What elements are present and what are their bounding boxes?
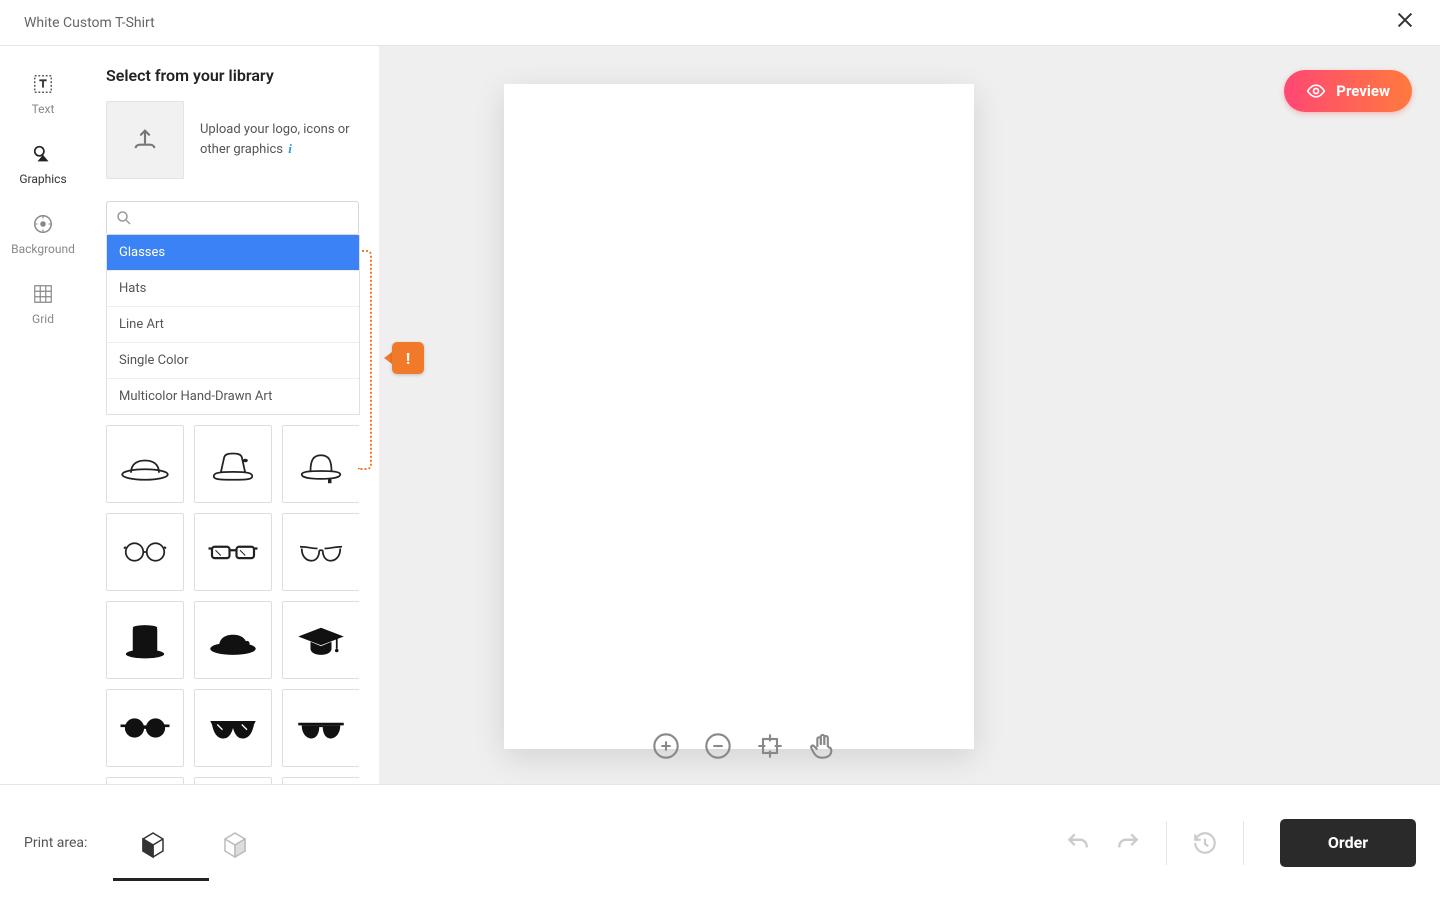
upload-info-button[interactable]: i xyxy=(288,141,292,156)
design-canvas[interactable] xyxy=(504,84,974,749)
redo-icon xyxy=(1115,830,1141,856)
graphic-graduation-cap-solid[interactable] xyxy=(282,601,359,679)
close-icon xyxy=(1394,9,1416,31)
dropdown-item-line-art[interactable]: Line Art xyxy=(107,307,359,343)
hint-badge[interactable]: ! xyxy=(382,342,424,378)
center-icon xyxy=(756,732,784,760)
zoom-out-icon xyxy=(704,732,732,760)
graphics-grid xyxy=(106,425,359,784)
center-button[interactable] xyxy=(754,730,786,762)
graphic-round-glasses-outline[interactable] xyxy=(106,513,184,591)
order-button[interactable]: Order xyxy=(1280,819,1416,867)
hint-badge-arrow-icon xyxy=(384,352,392,364)
upload-description: Upload your logo, icons or other graphic… xyxy=(200,122,350,156)
preview-label: Preview xyxy=(1336,82,1390,100)
preview-button[interactable]: Preview xyxy=(1284,70,1412,112)
search-wrap: Glasses Hats Line Art Single Color Multi… xyxy=(106,201,359,235)
library-title: Select from your library xyxy=(106,66,359,85)
graphic-fedora-outline[interactable] xyxy=(282,425,359,503)
redo-button[interactable] xyxy=(1106,821,1150,865)
graphic-wayfarer-sunglasses-solid[interactable] xyxy=(194,689,272,767)
text-tool-icon xyxy=(31,72,55,96)
upload-text: Upload your logo, icons or other graphic… xyxy=(200,121,359,158)
footer-bar: Print area: Orde xyxy=(0,784,1440,900)
graphic-sun-hat-color[interactable] xyxy=(194,777,272,784)
divider xyxy=(1166,821,1167,865)
graphic-top-hat-solid[interactable] xyxy=(106,601,184,679)
tool-grid-label: Grid xyxy=(32,312,54,326)
hand-icon xyxy=(808,732,836,760)
graphic-aviator-sunglasses-solid[interactable] xyxy=(282,689,359,767)
history-button[interactable] xyxy=(1183,821,1227,865)
tool-background[interactable]: Background xyxy=(11,212,75,256)
print-area-label: Print area: xyxy=(24,835,87,851)
pan-button[interactable] xyxy=(806,730,838,762)
header-bar: White Custom T-Shirt xyxy=(0,0,1440,46)
dropdown-item-glasses[interactable]: Glasses xyxy=(107,235,359,271)
canvas-area: Preview xyxy=(380,46,1440,784)
graphic-sun-hat-outline[interactable] xyxy=(106,425,184,503)
cube-back-icon xyxy=(219,827,251,859)
dropdown-item-single-color[interactable]: Single Color xyxy=(107,343,359,379)
library-panel: Select from your library Upload your log… xyxy=(86,46,380,784)
tool-text[interactable]: Text xyxy=(31,72,55,116)
canvas-toolbar xyxy=(650,730,838,762)
search-icon xyxy=(115,209,133,231)
graphic-aviator-glasses-outline[interactable] xyxy=(282,513,359,591)
cube-front-icon xyxy=(137,827,169,859)
zoom-in-button[interactable] xyxy=(650,730,682,762)
graphic-sun-hat-solid[interactable] xyxy=(194,601,272,679)
tool-background-label: Background xyxy=(11,242,75,256)
tool-rail: Text Graphics Background xyxy=(0,46,86,784)
tool-graphics[interactable]: Graphics xyxy=(19,142,66,186)
graphics-tool-icon xyxy=(31,142,55,166)
graphic-round-sunglasses-solid[interactable] xyxy=(106,689,184,767)
print-area-back[interactable] xyxy=(219,827,251,859)
zoom-out-button[interactable] xyxy=(702,730,734,762)
hint-badge-label: ! xyxy=(392,342,424,374)
background-tool-icon xyxy=(31,212,55,236)
upload-row: Upload your logo, icons or other graphic… xyxy=(106,101,359,179)
print-area-options xyxy=(107,827,251,859)
page-title: White Custom T-Shirt xyxy=(24,15,155,31)
close-button[interactable] xyxy=(1394,9,1416,36)
order-label: Order xyxy=(1328,833,1368,852)
dropdown-item-multicolor[interactable]: Multicolor Hand-Drawn Art xyxy=(107,379,359,414)
graphic-graduation-cap-color[interactable] xyxy=(282,777,359,784)
footer-right: Order xyxy=(1056,819,1416,867)
eye-icon xyxy=(1306,81,1326,101)
undo-icon xyxy=(1065,830,1091,856)
search-dropdown: Glasses Hats Line Art Single Color Multi… xyxy=(106,235,360,415)
tool-graphics-label: Graphics xyxy=(19,172,66,186)
print-area-front[interactable] xyxy=(137,827,169,859)
zoom-in-icon xyxy=(652,732,680,760)
tool-text-label: Text xyxy=(32,102,55,116)
graphic-bucket-hat-outline[interactable] xyxy=(194,425,272,503)
tool-grid[interactable]: Grid xyxy=(31,282,55,326)
graphic-top-hat-color[interactable] xyxy=(106,777,184,784)
hint-connector xyxy=(358,250,372,470)
graphic-rectangular-glasses-outline[interactable] xyxy=(194,513,272,591)
search-input[interactable] xyxy=(106,201,359,235)
main-area: Text Graphics Background xyxy=(0,46,1440,784)
history-icon xyxy=(1192,830,1218,856)
undo-button[interactable] xyxy=(1056,821,1100,865)
dropdown-item-hats[interactable]: Hats xyxy=(107,271,359,307)
upload-button[interactable] xyxy=(106,101,184,179)
divider xyxy=(1243,821,1244,865)
grid-tool-icon xyxy=(31,282,55,306)
upload-icon xyxy=(131,126,159,154)
